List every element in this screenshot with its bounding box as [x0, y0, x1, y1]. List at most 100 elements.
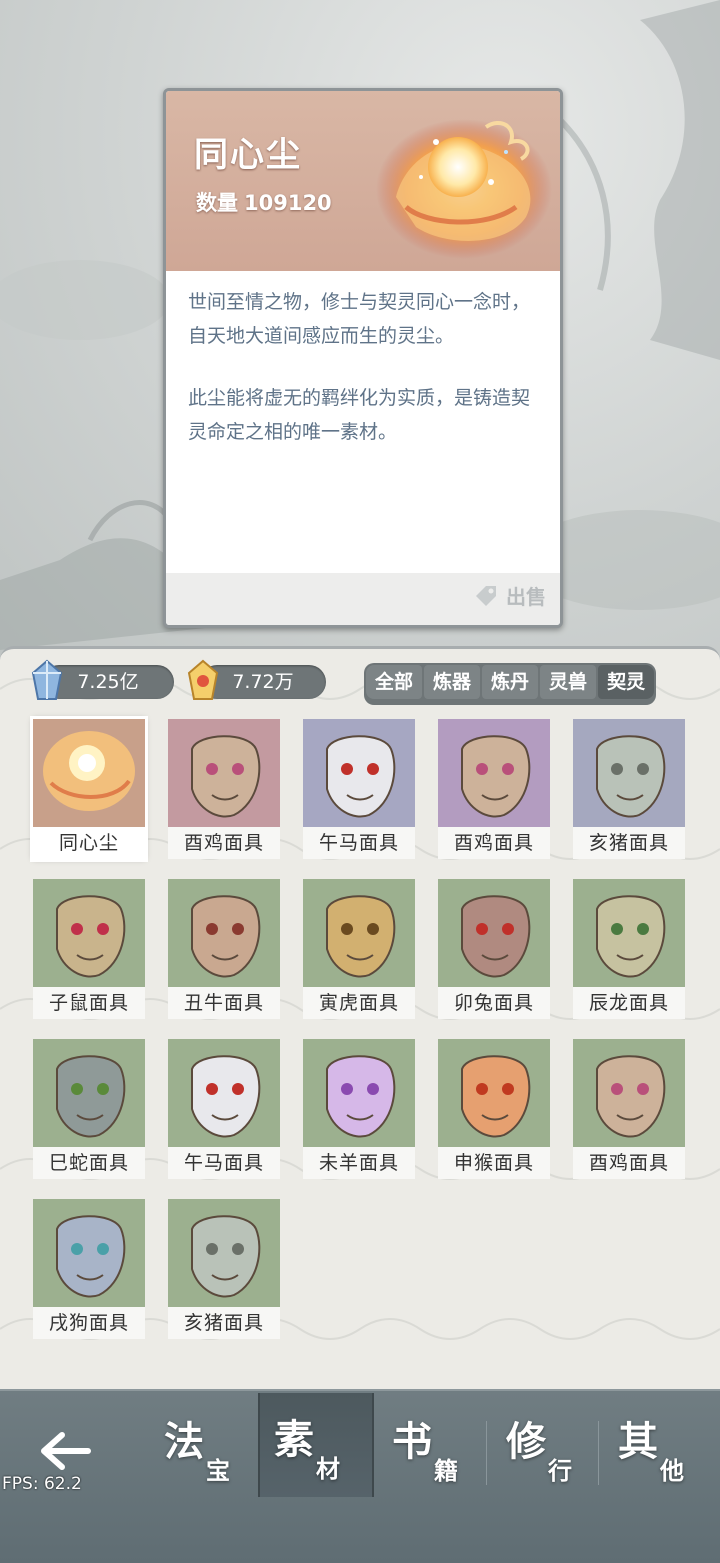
item-image — [573, 719, 685, 827]
nav-other-small: 他 — [660, 1457, 684, 1485]
item-image — [438, 719, 550, 827]
inventory-item[interactable]: 12戌狗面具 — [33, 1199, 145, 1339]
item-image — [168, 719, 280, 827]
inventory-item[interactable]: 亥猪面具 — [573, 719, 685, 859]
monkey-mask-icon — [461, 1055, 531, 1138]
horse-mask-icon — [191, 1055, 261, 1138]
tab-spirit-beast[interactable]: 灵兽 — [540, 665, 597, 699]
dust-orb-icon — [43, 731, 135, 811]
item-name: 巳蛇面具 — [33, 1147, 145, 1179]
inventory-item[interactable]: 2酉鸡面具 — [438, 719, 550, 859]
description-paragraph-2: 此尘能将虚无的羁绊化为实质，是铸造契灵命定之相的唯一素材。 — [188, 387, 531, 443]
nav-materials-small: 材 — [316, 1455, 340, 1483]
nav-cultivation-small: 行 — [548, 1457, 572, 1485]
item-image — [168, 1199, 280, 1307]
item-image — [33, 1039, 145, 1147]
rooster-mask-icon — [596, 1055, 666, 1138]
tag-icon — [476, 585, 496, 606]
dust-orb-icon — [376, 119, 552, 259]
tab-all[interactable]: 全部 — [366, 665, 423, 699]
tab-alchemy[interactable]: 炼丹 — [482, 665, 539, 699]
nav-treasure-big: 法 — [164, 1419, 204, 1465]
nav-divider — [598, 1421, 599, 1485]
back-arrow-icon[interactable] — [36, 1429, 96, 1473]
nav-materials[interactable]: 素 材 — [258, 1393, 374, 1497]
filter-tabs: 全部 炼器 炼丹 灵兽 契灵 — [364, 663, 657, 705]
item-name: 寅虎面具 — [303, 987, 415, 1019]
item-name: 丑牛面具 — [168, 987, 280, 1019]
nav-materials-big: 素 — [274, 1417, 314, 1463]
item-image — [33, 1199, 145, 1307]
nav-other[interactable]: 其 他 — [604, 1405, 716, 1497]
nav-treasure[interactable]: 法 宝 — [150, 1405, 262, 1497]
quantity-value: 109120 — [244, 191, 332, 215]
inventory-item[interactable]: 12寅虎面具 — [303, 879, 415, 1019]
goat-mask-icon — [326, 1055, 396, 1138]
nav-other-big: 其 — [618, 1419, 658, 1465]
item-name: 亥猪面具 — [573, 827, 685, 859]
rooster-mask-icon — [191, 735, 261, 818]
blue-crystal-icon — [31, 659, 63, 700]
item-name: 申猴面具 — [438, 1147, 550, 1179]
inventory-item[interactable]: 2午马面具 — [303, 719, 415, 859]
item-image — [168, 879, 280, 987]
bottom-nav: 法 宝 素 材 书 籍 修 行 其 他 — [0, 1389, 720, 1563]
item-image — [573, 879, 685, 987]
item-name: 未羊面具 — [303, 1147, 415, 1179]
inventory-item[interactable]: 12申猴面具 — [438, 1039, 550, 1179]
item-image — [33, 719, 145, 827]
dragon-mask-icon — [596, 895, 666, 978]
item-image — [438, 879, 550, 987]
item-name: 酉鸡面具 — [573, 1147, 685, 1179]
nav-cultivation[interactable]: 修 行 — [492, 1405, 604, 1497]
nav-treasure-small: 宝 — [206, 1457, 230, 1485]
item-image — [303, 719, 415, 827]
inventory-item[interactable]: 24亥猪面具 — [168, 1199, 280, 1339]
sell-bar: 出售 — [166, 573, 560, 625]
inventory-item[interactable]: 12子鼠面具 — [33, 879, 145, 1019]
detail-description-area: 世间至情之物，修士与契灵同心一念时，自天地大道间感应而生的灵尘。 此尘能将虚无的… — [166, 271, 560, 573]
inventory-panel: 7.25亿 7.72万 全部 炼器 炼丹 灵兽 契灵 10.91万同心尘酉鸡面具… — [0, 646, 720, 1409]
dog-mask-icon — [56, 1215, 126, 1298]
tab-contract-spirit[interactable]: 契灵 — [598, 665, 655, 699]
sell-button[interactable]: 出售 — [472, 581, 546, 610]
inventory-item[interactable]: 12丑牛面具 — [168, 879, 280, 1019]
detail-title: 同心尘 — [194, 135, 302, 175]
tiger-mask-icon — [326, 895, 396, 978]
inventory-item[interactable]: 12酉鸡面具 — [573, 1039, 685, 1179]
item-name: 午马面具 — [168, 1147, 280, 1179]
spirit-stone-value: 7.25亿 — [77, 671, 139, 693]
item-name: 酉鸡面具 — [168, 827, 280, 859]
sell-label: 出售 — [506, 585, 546, 609]
snake-mask-icon — [56, 1055, 126, 1138]
boar-mask-icon — [191, 1215, 261, 1298]
gold-crystal-icon — [187, 659, 219, 700]
gold-token-value: 7.72万 — [232, 671, 294, 693]
inventory-item[interactable]: 12巳蛇面具 — [33, 1039, 145, 1179]
item-image — [573, 1039, 685, 1147]
item-name: 子鼠面具 — [33, 987, 145, 1019]
item-detail-card: 同心尘 数量 109120 世间至情之物，修士与契灵同心一念时，自天地大道间感应… — [163, 88, 563, 628]
horse-mask-icon — [326, 735, 396, 818]
inventory-item[interactable]: 12辰龙面具 — [573, 879, 685, 1019]
nav-books-small: 籍 — [434, 1457, 458, 1485]
item-image — [303, 879, 415, 987]
item-image — [438, 1039, 550, 1147]
boar-mask-icon — [596, 735, 666, 818]
item-image — [303, 1039, 415, 1147]
inventory-item[interactable]: 12卯兔面具 — [438, 879, 550, 1019]
tab-artifact[interactable]: 炼器 — [424, 665, 481, 699]
item-image — [168, 1039, 280, 1147]
item-name: 午马面具 — [303, 827, 415, 859]
item-name: 同心尘 — [33, 827, 145, 859]
item-name: 亥猪面具 — [168, 1307, 280, 1339]
inventory-item[interactable]: 酉鸡面具 — [168, 719, 280, 859]
detail-header: 同心尘 数量 109120 — [166, 91, 560, 271]
inventory-item[interactable]: 12午马面具 — [168, 1039, 280, 1179]
rooster-mask-icon — [461, 735, 531, 818]
nav-books-big: 书 — [392, 1419, 432, 1465]
rabbit-mask-icon — [461, 895, 531, 978]
inventory-item[interactable]: 10.91万同心尘 — [30, 716, 148, 862]
nav-books[interactable]: 书 籍 — [378, 1405, 490, 1497]
inventory-item[interactable]: 12未羊面具 — [303, 1039, 415, 1179]
